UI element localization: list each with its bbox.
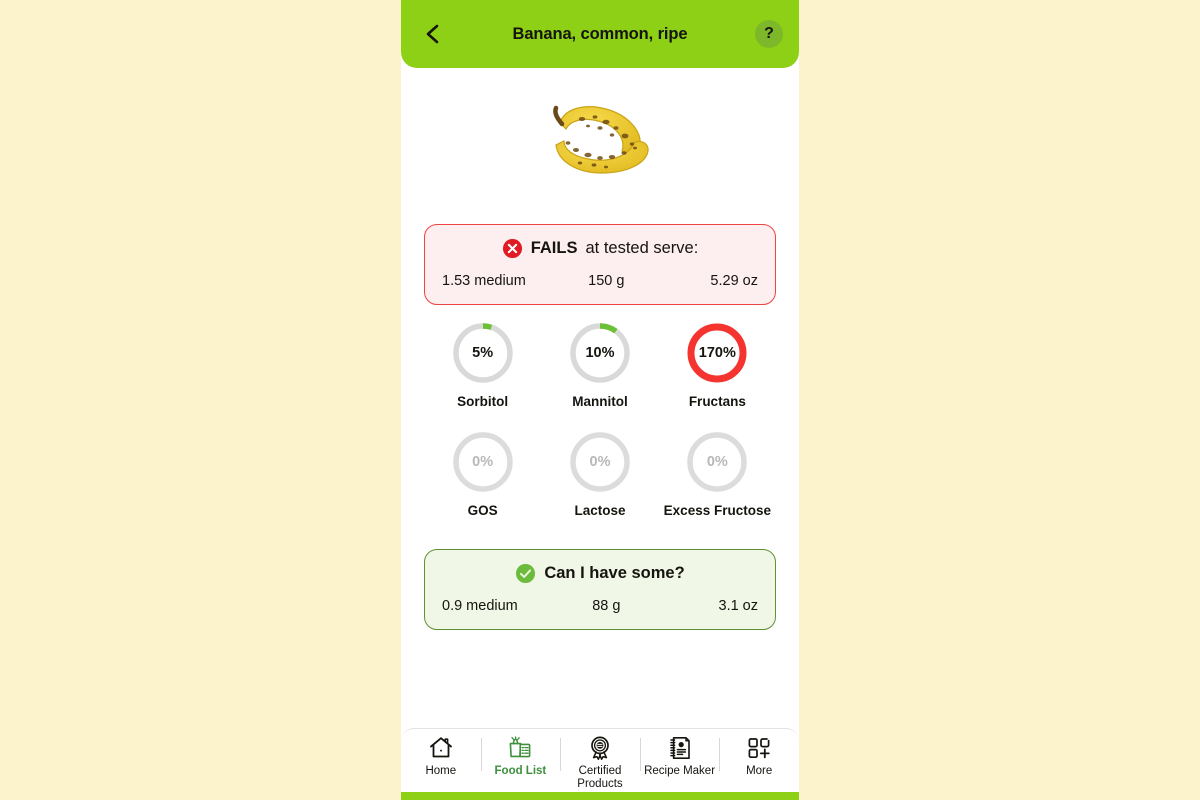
nav-item-more[interactable]: More: [719, 735, 799, 778]
gauge-fructans[interactable]: 170% Fructans: [659, 321, 776, 410]
recipe-notebook-icon: [669, 737, 690, 759]
fodmap-gauge-row-1: 5% Sorbitol 10% Mannitol 170% Fructans: [424, 321, 776, 410]
nav-label: More: [746, 765, 773, 777]
grid-plus-icon: [748, 738, 770, 759]
fail-serving-row: 1.53 medium 150 g 5.29 oz: [442, 273, 758, 289]
gauge-ring: 5%: [451, 321, 515, 385]
ripe-banana-image: [553, 105, 649, 174]
pass-serving-row: 0.9 medium 88 g 3.1 oz: [442, 598, 758, 614]
nav-item-recipe-maker[interactable]: Recipe Maker: [639, 735, 720, 778]
home-icon: [429, 737, 452, 758]
nav-label: Food List: [494, 765, 547, 777]
gauge-value: 0%: [589, 453, 611, 470]
food-detail-content: FAILS at tested serve: 1.53 medium 150 g…: [401, 68, 799, 728]
gauge-value: 0%: [706, 453, 728, 470]
nav-label: Certified Products: [577, 765, 623, 791]
app-header: Banana, common, ripe ?: [401, 0, 799, 68]
gauge-mannitol[interactable]: 10% Mannitol: [541, 321, 658, 410]
nav-item-home[interactable]: Home: [401, 735, 481, 778]
pass-serving-household: 0.9 medium: [442, 597, 518, 614]
help-icon: ?: [764, 25, 774, 42]
nav-label: Recipe Maker: [644, 765, 716, 777]
bottom-navigation: Home Food List Certified Products Recipe…: [401, 728, 799, 792]
help-button[interactable]: ?: [755, 20, 783, 48]
fail-banner-subtitle: at tested serve:: [585, 239, 699, 257]
food-hero: [424, 73, 776, 208]
fail-banner-heading: FAILS at tested serve:: [442, 238, 758, 259]
gauge-value: 170%: [698, 345, 736, 361]
gauge-gos[interactable]: 0% GOS: [424, 430, 541, 519]
gauge-value: 10%: [585, 345, 615, 361]
gauge-ring: 10%: [568, 321, 632, 385]
gauge-label: Excess Fructose: [663, 502, 771, 518]
gauge-label: Lactose: [574, 502, 626, 518]
nav-label: Home: [425, 765, 457, 777]
chevron-left-icon: [426, 24, 439, 44]
fail-banner-title: FAILS: [530, 239, 578, 257]
gauge-label: Mannitol: [572, 394, 628, 409]
gauge-ring: 0%: [568, 430, 632, 494]
page-title: Banana, common, ripe: [512, 24, 688, 43]
fail-serving-ounces: 5.29 oz: [710, 273, 758, 289]
pass-serving-ounces: 3.1 oz: [718, 597, 759, 614]
gauge-value: 5%: [472, 345, 494, 361]
gauge-sorbitol[interactable]: 5% Sorbitol: [424, 321, 541, 410]
grocery-bag-checklist-icon: [509, 736, 531, 758]
gauge-label: Sorbitol: [457, 394, 509, 409]
back-button[interactable]: [415, 16, 451, 52]
gauge-ring: 0%: [451, 430, 515, 494]
screen-root: Banana, common, ripe ? FAILS at tested s…: [0, 0, 1200, 800]
gauge-value: 0%: [472, 453, 494, 470]
gauge-excess-fructose[interactable]: 0% Excess Fructose: [659, 430, 776, 519]
fail-serving-household: 1.53 medium: [442, 273, 526, 289]
gauge-label: Fructans: [688, 394, 746, 409]
gauge-lactose[interactable]: 0% Lactose: [541, 430, 658, 519]
fodmap-gauge-row-2: 0% GOS 0% Lactose 0% Excess Fructose: [424, 430, 776, 519]
gauge-ring: 0%: [685, 430, 749, 494]
check-circle-icon: [516, 563, 536, 583]
fail-serving-grams: 150 g: [588, 273, 625, 289]
fail-banner: FAILS at tested serve: 1.53 medium 150 g…: [424, 224, 776, 305]
nav-item-certified-products[interactable]: Certified Products: [560, 735, 640, 791]
phone-viewport: Banana, common, ripe ? FAILS at tested s…: [401, 0, 799, 800]
pass-serving-grams: 88 g: [592, 597, 621, 614]
x-circle-icon: [502, 238, 522, 259]
nav-item-food-list[interactable]: Food List: [480, 735, 561, 778]
pass-banner-heading: Can I have some?: [442, 563, 758, 584]
gauge-ring: 170%: [685, 321, 749, 385]
home-indicator-bar: [401, 792, 799, 800]
pass-banner-title: Can I have some?: [544, 563, 685, 582]
gauge-label: GOS: [467, 502, 498, 518]
award-rosette-icon: [591, 736, 609, 760]
pass-banner: Can I have some? 0.9 medium 88 g 3.1 oz: [424, 548, 776, 630]
